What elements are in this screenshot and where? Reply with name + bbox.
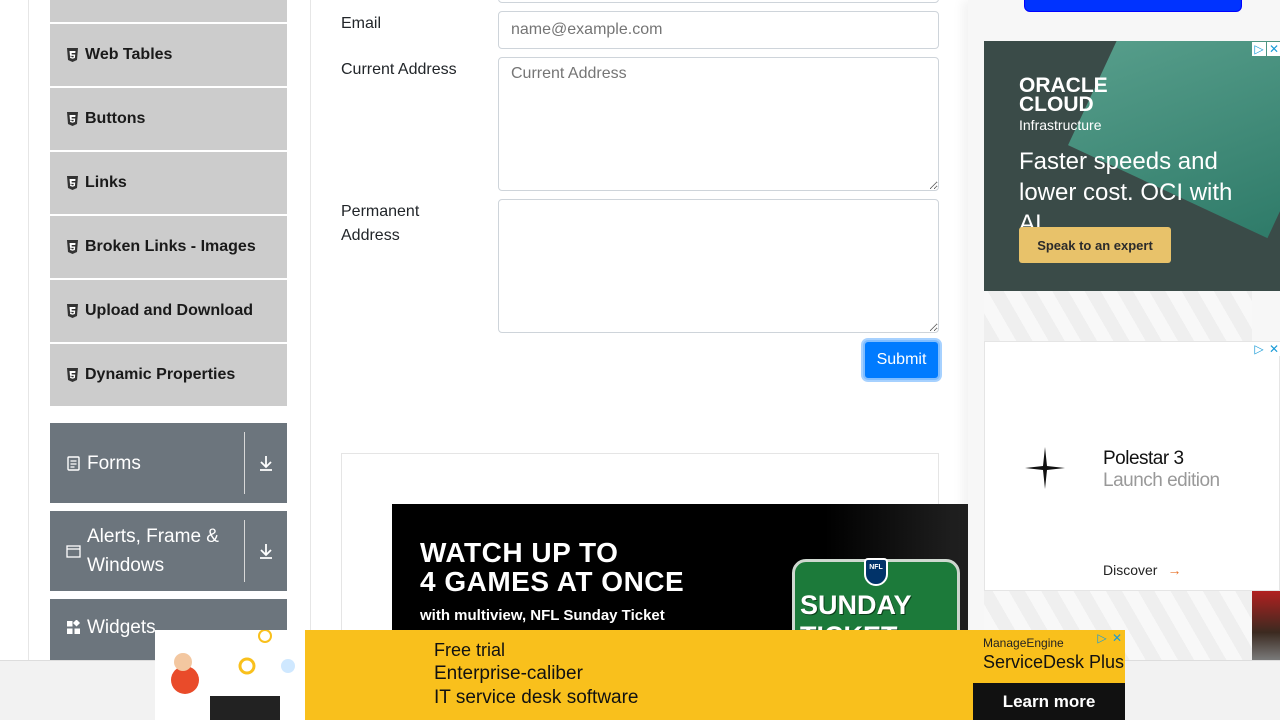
polestar-edition: Launch edition bbox=[1103, 470, 1220, 491]
window-icon bbox=[66, 544, 81, 558]
polestar-logo-icon bbox=[1025, 447, 1065, 489]
html5-icon bbox=[67, 304, 78, 318]
oracle-cloud-ad[interactable]: ORACLE CLOUD Infrastructure Faster speed… bbox=[984, 41, 1280, 291]
close-ad-icon[interactable]: ✕ bbox=[1267, 42, 1280, 56]
adchoices-icon[interactable]: ▷ bbox=[1252, 42, 1266, 56]
manageengine-logo: ManageEngine bbox=[983, 636, 1064, 650]
sidebar-item-dynamic-properties[interactable]: Dynamic Properties bbox=[50, 343, 287, 406]
sidebar-item-partial[interactable] bbox=[50, 0, 287, 22]
learn-more-button[interactable]: Learn more bbox=[973, 683, 1125, 720]
polestar-ad[interactable]: Polestar 3 Launch edition Discover → bbox=[984, 341, 1280, 591]
sidebar-item-label: Web Tables bbox=[85, 46, 173, 63]
sidebar-item-buttons[interactable]: Buttons bbox=[50, 87, 287, 150]
sidebar-group-label: Alerts, Frame & Windows bbox=[87, 526, 219, 576]
sidebar-group-label: Forms bbox=[87, 452, 141, 474]
html5-icon bbox=[67, 112, 78, 126]
adchoices-icon[interactable]: ▷ bbox=[1252, 342, 1266, 356]
oracle-logo: ORACLE CLOUD Infrastructure bbox=[1019, 74, 1108, 133]
sports-ad-thumbnail[interactable] bbox=[1252, 591, 1280, 660]
permanent-address-field[interactable] bbox=[498, 199, 939, 333]
current-address-field[interactable] bbox=[498, 57, 939, 191]
html5-icon bbox=[67, 368, 78, 382]
adchoices-icon[interactable]: ▷ bbox=[1095, 631, 1109, 645]
polestar-model: Polestar 3 bbox=[1103, 448, 1184, 469]
manageengine-ad[interactable]: Free trial Enterprise-caliber IT service… bbox=[155, 630, 1125, 720]
ad-illustration bbox=[155, 630, 305, 720]
close-ad-icon[interactable]: ✕ bbox=[1110, 631, 1124, 645]
html5-icon bbox=[67, 240, 78, 254]
ad-subline: with multiview, NFL Sunday Ticket bbox=[420, 607, 665, 624]
sidebar-item-label: Upload and Download bbox=[85, 302, 253, 319]
discover-link[interactable]: Discover → bbox=[1103, 562, 1181, 578]
sidebar-item-label: Broken Links - Images bbox=[85, 238, 256, 255]
nfl-shield-logo: NFL bbox=[864, 558, 888, 586]
sidebar-item-upload-download[interactable]: Upload and Download bbox=[50, 279, 287, 342]
download-icon bbox=[260, 544, 272, 559]
sidebar-item-web-tables[interactable]: Web Tables bbox=[50, 23, 287, 86]
blue-ad-button[interactable] bbox=[1024, 0, 1242, 12]
previous-input-field[interactable] bbox=[498, 0, 939, 3]
sidebar-item-label: Dynamic Properties bbox=[85, 366, 236, 383]
permanent-address-label: Permanent Address bbox=[341, 203, 420, 244]
ad-tagline: Faster speeds and lower cost. OCI with A… bbox=[1019, 148, 1233, 237]
sidebar-item-links[interactable]: Links bbox=[50, 151, 287, 214]
ad-headline: WATCH UP TO 4 GAMES AT ONCE bbox=[420, 537, 685, 597]
sidebar-item-broken-links[interactable]: Broken Links - Images bbox=[50, 215, 287, 278]
widgets-icon bbox=[67, 620, 81, 634]
ad-copy: Free trial Enterprise-caliber IT service… bbox=[434, 640, 639, 708]
speak-to-expert-button[interactable]: Speak to an expert bbox=[1019, 227, 1171, 263]
sidebar-group-forms[interactable]: Forms bbox=[50, 423, 287, 503]
product-name: ServiceDesk Plus bbox=[983, 652, 1125, 672]
sidebar-group-alerts[interactable]: Alerts, Frame & Windows bbox=[50, 511, 287, 591]
sidebar-item-label: Links bbox=[85, 174, 127, 191]
sidebar-group-label: Widgets bbox=[87, 617, 156, 638]
page: Web Tables Buttons Links Broken Links - … bbox=[0, 0, 1280, 720]
close-ad-icon[interactable]: ✕ bbox=[1267, 342, 1280, 356]
form-icon bbox=[67, 455, 80, 471]
html5-icon bbox=[67, 48, 78, 62]
download-icon bbox=[260, 456, 272, 471]
current-address-label: Current Address bbox=[341, 61, 457, 78]
submit-button[interactable]: Submit bbox=[863, 340, 940, 380]
email-label: Email bbox=[341, 15, 382, 32]
html5-icon bbox=[67, 176, 78, 190]
sidebar-item-label: Buttons bbox=[85, 110, 146, 127]
arrow-right-icon: → bbox=[1167, 562, 1182, 578]
email-field[interactable] bbox=[498, 11, 939, 49]
